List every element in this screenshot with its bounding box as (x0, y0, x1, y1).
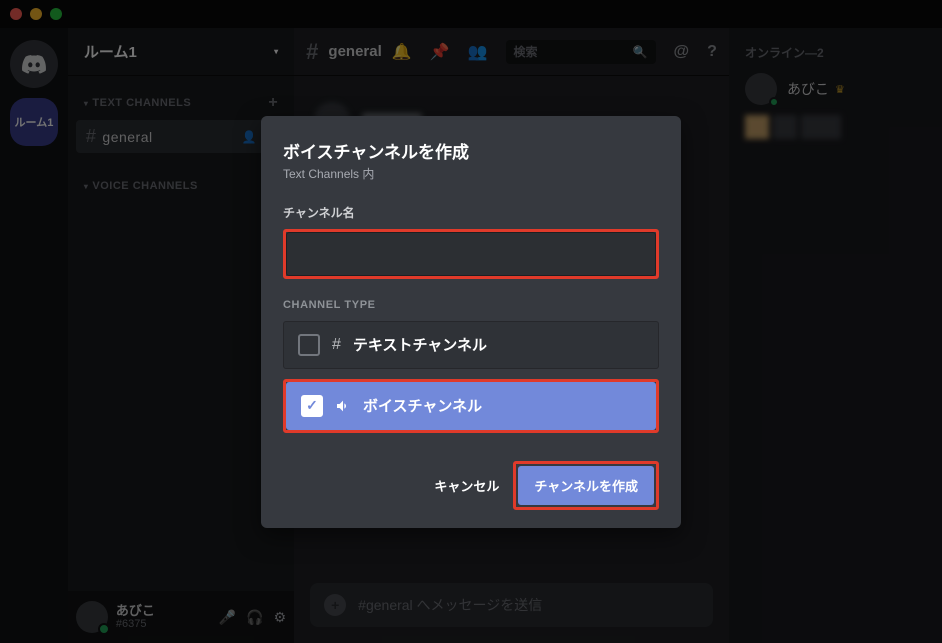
create-channel-button[interactable]: チャンネルを作成 (518, 466, 654, 505)
option-voice-channel[interactable]: ✓ ボイスチャンネル (286, 382, 656, 430)
highlight-box: チャンネルを作成 (513, 461, 659, 510)
modal-subtitle: Text Channels 内 (283, 165, 659, 182)
channel-name-label: チャンネル名 (283, 204, 659, 221)
hash-icon: # (332, 336, 341, 354)
highlight-box: ✓ ボイスチャンネル (283, 379, 659, 433)
option-label: ボイスチャンネル (363, 395, 482, 416)
option-text-channel[interactable]: ✓ # テキストチャンネル (283, 321, 659, 369)
modal-backdrop[interactable]: ボイスチャンネルを作成 Text Channels 内 チャンネル名 CHANN… (0, 0, 942, 643)
checkbox-checked-icon: ✓ (301, 395, 323, 417)
checkbox-icon: ✓ (298, 334, 320, 356)
option-label: テキストチャンネル (353, 334, 487, 355)
modal-title: ボイスチャンネルを作成 (283, 138, 659, 163)
speaker-icon (335, 398, 351, 414)
create-channel-modal: ボイスチャンネルを作成 Text Channels 内 チャンネル名 CHANN… (261, 116, 681, 528)
channel-type-label: CHANNEL TYPE (283, 299, 659, 311)
cancel-button[interactable]: キャンセル (434, 476, 499, 495)
highlight-box (283, 229, 659, 279)
channel-name-input[interactable] (286, 232, 656, 276)
modal-footer: キャンセル チャンネルを作成 (283, 461, 659, 510)
